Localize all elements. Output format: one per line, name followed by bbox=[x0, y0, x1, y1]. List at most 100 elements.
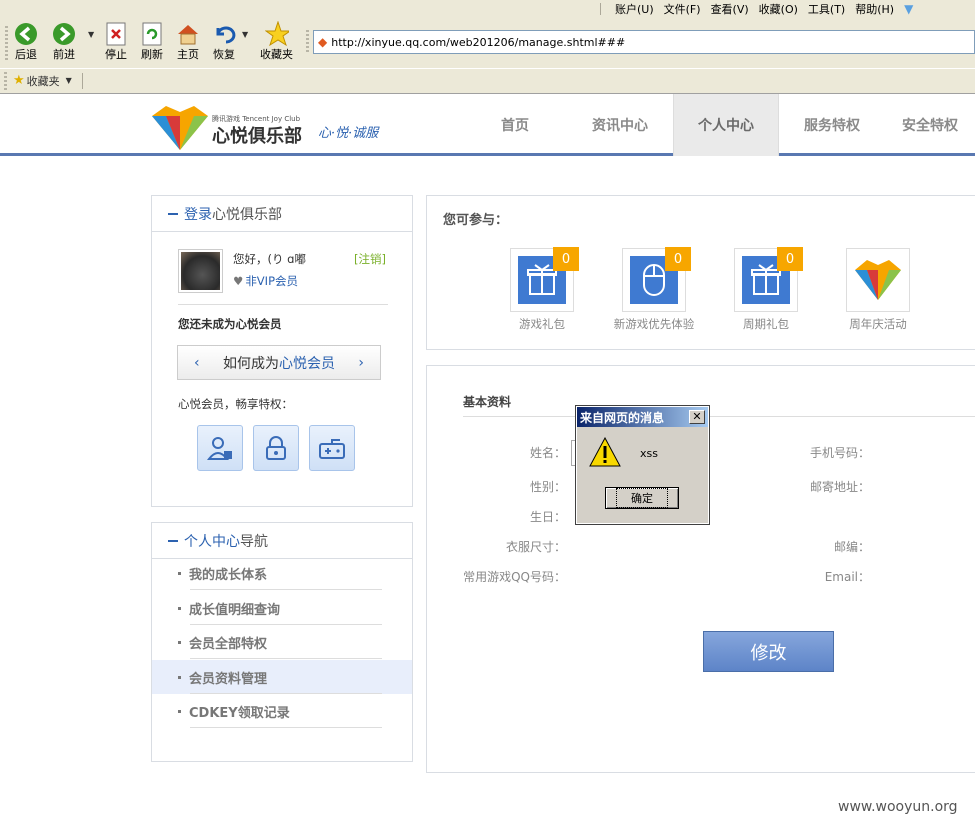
participate-item-anniversary[interactable]: 周年庆活动 bbox=[823, 248, 933, 332]
menu-favorites[interactable]: 收藏(O) bbox=[759, 1, 798, 17]
favorites-label: 收藏夹 bbox=[260, 48, 293, 61]
participate-label: 新游戏优先体验 bbox=[613, 317, 695, 331]
logout-link[interactable]: [注销] bbox=[354, 251, 386, 267]
label-email: Email： bbox=[824, 570, 870, 584]
participate-item-new-game[interactable]: 0 新游戏优先体验 bbox=[599, 247, 709, 332]
watermark: www.wooyun.org bbox=[838, 799, 958, 815]
personal-nav-panel: 个人中心 导航 我的成长体系 成长值明细查询 会员全部特权 会员资料管理 CDKE… bbox=[151, 522, 413, 762]
nav-item-label: 我的成长体系 bbox=[189, 567, 268, 583]
back-label: 后退 bbox=[15, 48, 37, 61]
favorites-button[interactable]: 收藏夹 bbox=[260, 21, 293, 62]
url-text[interactable]: http://xinyue.qq.com/web201206/manage.sh… bbox=[331, 36, 625, 49]
profile-title: 基本资料 bbox=[463, 395, 512, 409]
participate-title: 您可参与： bbox=[443, 213, 509, 228]
ok-button[interactable]: 确定 bbox=[605, 487, 679, 509]
label-gender: 性别： bbox=[529, 480, 566, 494]
restore-dropdown-icon[interactable]: ▼ bbox=[242, 30, 248, 39]
favorites-bar-label[interactable]: 收藏夹 bbox=[27, 73, 60, 89]
label-name: 姓名： bbox=[529, 446, 566, 460]
greeting-text: 您好，(り ɑ嘟 bbox=[233, 252, 306, 266]
menu-tools[interactable]: 工具(T) bbox=[808, 1, 845, 17]
menu-help[interactable]: 帮助(H) bbox=[855, 1, 894, 17]
close-icon[interactable]: ✕ bbox=[689, 410, 705, 424]
forward-label: 前进 bbox=[53, 48, 75, 61]
menu-account[interactable]: 账户(U) bbox=[615, 1, 654, 17]
chevron-left-icon: ‹ bbox=[194, 354, 200, 371]
participate-label: 游戏礼包 bbox=[519, 317, 565, 331]
forward-button[interactable]: 前进 bbox=[52, 22, 76, 62]
gamepad-icon[interactable] bbox=[309, 425, 355, 471]
participate-item-game-gift[interactable]: 0 游戏礼包 bbox=[487, 247, 597, 332]
site-favicon-icon: ◆ bbox=[318, 35, 328, 49]
nav-news[interactable]: 资讯中心 bbox=[567, 94, 673, 156]
nav-item-cdkey-records[interactable]: CDKEY领取记录 bbox=[152, 694, 412, 728]
ok-label: 确定 bbox=[616, 488, 668, 508]
stop-icon bbox=[104, 22, 128, 46]
participate-label: 周年庆活动 bbox=[849, 317, 907, 331]
nav-home[interactable]: 首页 bbox=[462, 94, 568, 156]
label-clothes-size: 衣服尺寸： bbox=[505, 540, 566, 554]
label-game-qq: 常用游戏QQ号码： bbox=[463, 570, 566, 584]
login-panel-title: 登录 心悦俱乐部 bbox=[152, 196, 412, 232]
lock-icon[interactable] bbox=[253, 425, 299, 471]
forward-dropdown-icon[interactable]: ▼ bbox=[88, 30, 94, 39]
badge-count: 0 bbox=[665, 247, 691, 271]
vip-status[interactable]: ♥ 非VIP会员 bbox=[233, 273, 298, 289]
badge-count: 0 bbox=[553, 247, 579, 271]
submit-button[interactable]: 修改 bbox=[703, 631, 834, 672]
address-bar[interactable]: ◆ http://xinyue.qq.com/web201206/manage.… bbox=[313, 30, 975, 54]
menu-view[interactable]: 查看(V) bbox=[711, 1, 749, 17]
label-phone: 手机号码： bbox=[809, 446, 870, 460]
diamond-logo-icon bbox=[855, 260, 901, 300]
favorites-bar: ★ 收藏夹 ▼ bbox=[0, 68, 975, 92]
participate-item-period-gift[interactable]: 0 周期礼包 bbox=[711, 247, 821, 332]
nav-item-label: 会员资料管理 bbox=[189, 671, 268, 687]
nav-item-all-privileges[interactable]: 会员全部特权 bbox=[152, 625, 412, 659]
menu-file[interactable]: 文件(F) bbox=[664, 1, 701, 17]
nav-item-profile-management[interactable]: 会员资料管理 bbox=[152, 660, 412, 694]
favorites-dropdown-icon[interactable]: ▼ bbox=[66, 76, 72, 85]
nav-item-growth-detail[interactable]: 成长值明细查询 bbox=[152, 591, 412, 625]
login-title-highlight: 登录 bbox=[184, 206, 212, 223]
label-address: 邮寄地址： bbox=[809, 480, 870, 494]
forward-arrow-icon bbox=[52, 22, 76, 46]
refresh-icon bbox=[140, 22, 164, 46]
member-id-icon[interactable] bbox=[197, 425, 243, 471]
become-highlight: 心悦会员 bbox=[279, 355, 335, 372]
nav-title-highlight: 个人中心 bbox=[184, 533, 240, 550]
undo-icon bbox=[212, 22, 236, 46]
heart-icon: ♥ bbox=[233, 274, 244, 288]
label-zipcode: 邮编： bbox=[833, 540, 870, 554]
login-title-rest: 心悦俱乐部 bbox=[212, 206, 282, 223]
become-prefix: 如何成为 bbox=[223, 355, 279, 372]
dialog-title: 来自网页的消息 bbox=[580, 410, 665, 425]
nav-item-label: CDKEY领取记录 bbox=[189, 705, 290, 721]
nav-security-privilege[interactable]: 安全特权 bbox=[885, 94, 975, 156]
dialog-message: xss bbox=[640, 447, 658, 460]
shirt-icon[interactable]: ▼ bbox=[904, 2, 913, 16]
nav-title-rest: 导航 bbox=[240, 533, 268, 550]
vip-status-label: 非VIP会员 bbox=[245, 274, 299, 288]
stop-button[interactable]: 停止 bbox=[104, 22, 128, 62]
restore-button[interactable]: 恢复 bbox=[212, 22, 236, 62]
nav-item-label: 会员全部特权 bbox=[189, 636, 268, 652]
site-header: 腾讯游戏 Tencent Joy Club 心悦俱乐部 心·悦·诚服 首页 资讯… bbox=[0, 94, 975, 156]
logo-main-text: 心悦俱乐部 bbox=[212, 126, 302, 147]
menu-bar: 账户(U) 文件(F) 查看(V) 收藏(O) 工具(T) 帮助(H) ▼ bbox=[600, 0, 913, 18]
privilege-text: 心悦会员，畅享特权： bbox=[178, 397, 293, 411]
alert-dialog: 来自网页的消息 ✕ xss 确定 bbox=[575, 405, 710, 525]
avatar[interactable] bbox=[178, 249, 223, 293]
nav-service-privilege[interactable]: 服务特权 bbox=[779, 94, 885, 156]
login-panel: 登录 心悦俱乐部 您好，(り ɑ嘟 [注销] ♥ 非VIP会员 您还未成为心悦会员 … bbox=[151, 195, 413, 507]
nav-personal-center[interactable]: 个人中心 bbox=[673, 94, 779, 156]
nav-item-growth-system[interactable]: 我的成长体系 bbox=[152, 556, 412, 590]
back-button[interactable]: 后退 bbox=[14, 22, 38, 62]
divider bbox=[178, 304, 388, 305]
refresh-button[interactable]: 刷新 bbox=[140, 22, 164, 62]
become-member-button[interactable]: ‹ 如何成为心悦会员 › bbox=[177, 345, 381, 380]
chevron-right-icon: › bbox=[358, 354, 364, 371]
club-logo-icon[interactable] bbox=[152, 106, 208, 153]
dialog-titlebar: 来自网页的消息 ✕ bbox=[577, 407, 708, 427]
home-icon bbox=[176, 22, 200, 46]
home-button[interactable]: 主页 bbox=[176, 22, 200, 62]
